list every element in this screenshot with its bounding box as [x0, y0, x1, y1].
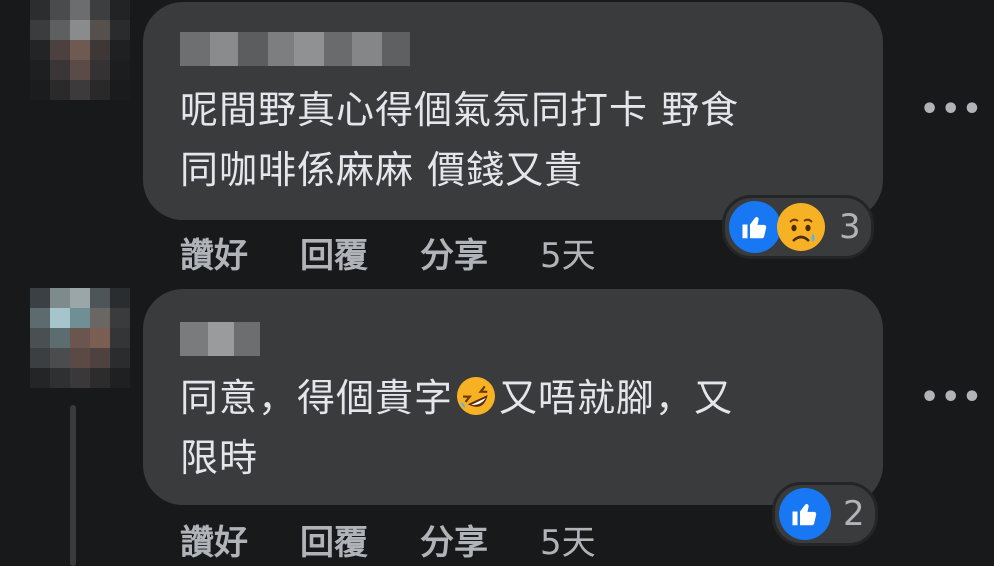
sad-icon	[775, 201, 827, 253]
more-options-icon[interactable]: •••	[920, 92, 984, 127]
like-icon	[729, 201, 781, 253]
timestamp[interactable]: 5天	[540, 515, 596, 564]
comment-text: 呢間野真心得個氣氛同打卡 野食 同咖啡係麻麻 價錢又貴	[180, 88, 740, 192]
commenter-name[interactable]	[180, 322, 260, 356]
avatar[interactable]	[30, 0, 130, 100]
more-options-icon[interactable]: •••	[920, 380, 984, 415]
share-button[interactable]: 分享	[420, 228, 488, 277]
avatar[interactable]	[30, 288, 130, 388]
commenter-name[interactable]	[180, 32, 410, 66]
like-button[interactable]: 讚好	[180, 515, 248, 564]
reaction-count: 2	[843, 494, 865, 534]
share-button[interactable]: 分享	[420, 515, 488, 564]
reaction-count: 3	[839, 207, 861, 247]
rolling-laughing-icon	[455, 374, 497, 416]
comment-actions: 讚好 回覆 分享 5天	[180, 228, 648, 277]
reactions-summary[interactable]: 2	[772, 482, 878, 546]
comment-actions: 讚好 回覆 分享 5天	[180, 515, 648, 564]
timestamp[interactable]: 5天	[540, 228, 596, 277]
reply-button[interactable]: 回覆	[300, 515, 368, 564]
reactions-summary[interactable]: 3	[722, 195, 874, 259]
comment-text: 同意，得個貴字 又唔就腳，又 限時	[180, 368, 860, 488]
like-button[interactable]: 讚好	[180, 228, 248, 277]
reply-button[interactable]: 回覆	[300, 228, 368, 277]
thread-line	[70, 405, 76, 566]
like-icon	[779, 488, 831, 540]
comment-text-part: 同意，得個貴字	[180, 376, 454, 420]
